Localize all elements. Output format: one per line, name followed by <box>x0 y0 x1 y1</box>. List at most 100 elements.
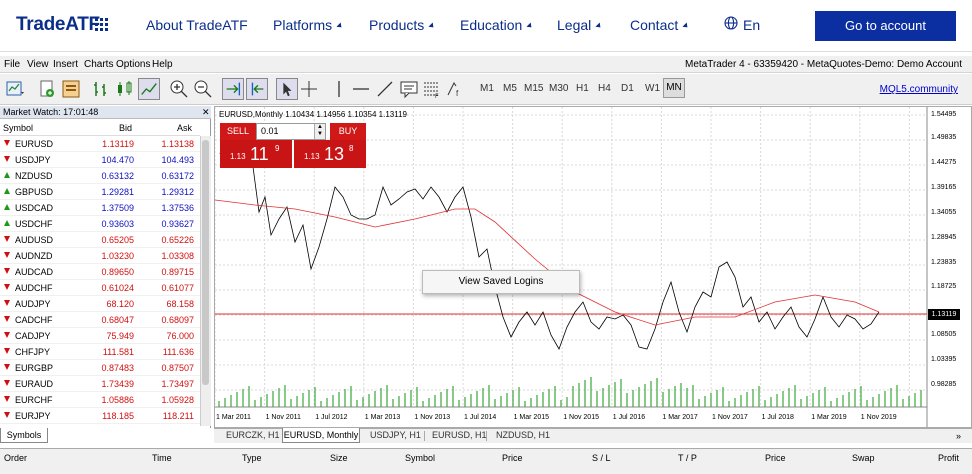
ask-value: 76.000 <box>166 331 194 341</box>
x-tick-label: 1 Mar 2015 <box>513 414 550 421</box>
list-item[interactable]: USDCHF 0.93603 0.93627 <box>0 216 200 232</box>
list-item[interactable]: EURCHF 1.05886 1.05928 <box>0 392 200 408</box>
view-saved-logins-popup[interactable]: View Saved Logins <box>422 270 580 294</box>
menu-help[interactable]: Help <box>152 59 173 70</box>
list-item[interactable]: EURGBP 0.87483 0.87507 <box>0 360 200 376</box>
timeframe-h4[interactable]: H4 <box>598 83 611 94</box>
column-order[interactable]: Order <box>4 453 27 463</box>
column-price-current[interactable]: Price <box>765 453 786 463</box>
nav-education[interactable]: Education <box>460 17 534 33</box>
market-watch-icon[interactable] <box>60 78 82 100</box>
menu-view[interactable]: View <box>27 59 49 70</box>
list-item[interactable]: AUDJPY 68.120 68.158 <box>0 296 200 312</box>
menu-charts[interactable]: Charts <box>84 59 113 70</box>
trendline-icon[interactable] <box>374 78 396 100</box>
list-item[interactable]: EURJPY 118.185 118.211 <box>0 408 200 424</box>
moving-average-line <box>215 199 880 326</box>
menu-options[interactable]: Options <box>116 59 150 70</box>
nav-legal[interactable]: Legal <box>557 17 603 33</box>
lot-stepper[interactable]: ▲ ▼ <box>314 124 325 139</box>
column-tp[interactable]: T / P <box>678 453 697 463</box>
list-item[interactable]: AUDNZD 1.03230 1.03308 <box>0 248 200 264</box>
menu-file[interactable]: File <box>4 59 20 70</box>
timeframe-m30[interactable]: M30 <box>549 83 568 94</box>
list-item[interactable]: CADJPY 75.949 76.000 <box>0 328 200 344</box>
list-item[interactable]: CHFJPY 111.581 111.636 <box>0 344 200 360</box>
column-swap[interactable]: Swap <box>852 453 875 463</box>
nav-products[interactable]: Products <box>369 17 436 33</box>
chart-info: EURUSD,Monthly 1.10434 1.14956 1.10354 1… <box>219 110 407 119</box>
mql5-community-link[interactable]: MQL5.community <box>880 84 958 95</box>
objects-icon[interactable]: f <box>444 78 466 100</box>
list-item[interactable]: USDCAD 1.37509 1.37536 <box>0 200 200 216</box>
horizontal-line-icon[interactable] <box>350 78 372 100</box>
list-item[interactable]: CADCHF 0.68047 0.68097 <box>0 312 200 328</box>
chart-tab[interactable]: EURUSD, H1 <box>432 430 487 440</box>
line-chart-icon[interactable] <box>138 78 160 100</box>
column-type[interactable]: Type <box>242 453 262 463</box>
scrollbar-thumb[interactable] <box>202 140 209 385</box>
crosshair-icon[interactable] <box>298 78 320 100</box>
text-label-icon[interactable] <box>398 78 420 100</box>
chart-tab[interactable]: USDJPY, H1 <box>370 430 421 440</box>
vertical-line-icon[interactable] <box>328 78 350 100</box>
list-item[interactable]: EURAUD 1.73439 1.73497 <box>0 376 200 392</box>
language-selector[interactable]: En <box>743 17 760 33</box>
column-symbol[interactable]: Symbol <box>3 123 33 133</box>
list-item[interactable]: GBPUSD 1.29281 1.29312 <box>0 184 200 200</box>
fibonacci-icon[interactable]: F <box>420 78 442 100</box>
arrow-down-icon <box>4 156 10 162</box>
go-to-account-button[interactable]: Go to account <box>815 11 956 41</box>
column-sl[interactable]: S / L <box>592 453 611 463</box>
y-tick-label: 1.54495 <box>931 111 957 118</box>
timeframe-d1[interactable]: D1 <box>621 83 634 94</box>
candlestick-icon[interactable] <box>114 78 136 100</box>
timeframe-w1[interactable]: W1 <box>645 83 660 94</box>
column-time[interactable]: Time <box>152 453 172 463</box>
column-bid[interactable]: Bid <box>119 123 132 133</box>
column-symbol[interactable]: Symbol <box>405 453 435 463</box>
profiles-icon[interactable] <box>36 78 58 100</box>
list-item[interactable]: EURUSD 1.13119 1.13138 <box>0 136 200 152</box>
list-item[interactable]: AUDCHF 0.61024 0.61077 <box>0 280 200 296</box>
list-item[interactable]: AUDCAD 0.89650 0.89715 <box>0 264 200 280</box>
globe-icon[interactable] <box>724 16 738 30</box>
sell-price[interactable]: 1.13 11 9 <box>220 140 292 168</box>
tabs-scroll-icon[interactable]: » <box>956 431 961 441</box>
arrow-down-icon <box>4 252 10 258</box>
column-ask[interactable]: Ask <box>177 123 192 133</box>
auto-scroll-icon[interactable] <box>222 78 244 100</box>
y-tick-label: 0.98285 <box>931 381 957 388</box>
ask-value: 0.68097 <box>161 315 194 325</box>
site-logo[interactable]: TradeATF <box>16 14 100 36</box>
column-profit[interactable]: Profit <box>938 453 959 463</box>
chart-tab[interactable]: EURCZK, H1 <box>226 430 280 440</box>
timeframe-h1[interactable]: H1 <box>576 83 589 94</box>
cursor-icon[interactable] <box>276 78 298 100</box>
chart-tab-active[interactable]: EURUSD, Monthly <box>282 428 360 443</box>
column-size[interactable]: Size <box>330 453 348 463</box>
chart-tab[interactable]: NZDUSD, H1 <box>496 430 550 440</box>
bar-chart-icon[interactable] <box>90 78 112 100</box>
column-price[interactable]: Price <box>502 453 523 463</box>
timeframe-m1[interactable]: M1 <box>480 83 494 94</box>
menu-insert[interactable]: Insert <box>53 59 78 70</box>
list-item[interactable]: AUDUSD 0.65205 0.65226 <box>0 232 200 248</box>
timeframe-m15[interactable]: M15 <box>524 83 543 94</box>
sell-button[interactable]: SELL <box>220 123 256 140</box>
tab-symbols[interactable]: Symbols <box>0 428 48 443</box>
nav-about[interactable]: About TradeATF <box>146 17 248 33</box>
list-item[interactable]: NZDUSD 0.63132 0.63172 <box>0 168 200 184</box>
nav-platforms[interactable]: Platforms <box>273 17 344 33</box>
new-chart-icon[interactable] <box>4 78 26 100</box>
timeframe-m5[interactable]: M5 <box>503 83 517 94</box>
timeframe-mn[interactable]: MN <box>663 78 685 98</box>
zoom-out-icon[interactable] <box>192 78 214 100</box>
nav-contact[interactable]: Contact <box>630 17 690 33</box>
list-item[interactable]: USDJPY 104.470 104.493 <box>0 152 200 168</box>
chart-shift-icon[interactable] <box>246 78 268 100</box>
buy-price[interactable]: 1.13 13 8 <box>294 140 366 168</box>
buy-button[interactable]: BUY <box>330 123 366 140</box>
close-icon[interactable]: ✕ <box>202 107 210 118</box>
zoom-in-icon[interactable] <box>168 78 190 100</box>
